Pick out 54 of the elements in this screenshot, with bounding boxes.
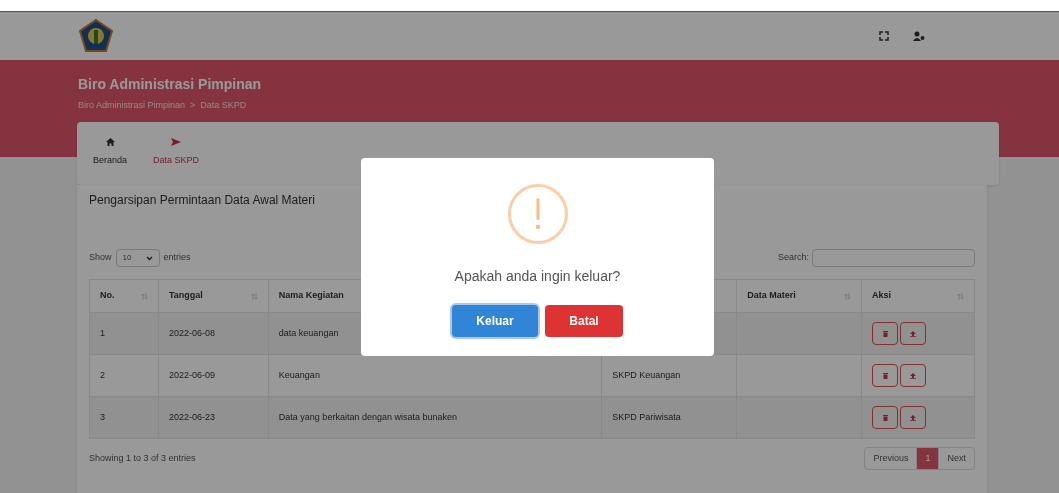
entries-select[interactable]: 10 <box>115 249 160 267</box>
column-header[interactable]: Aksi <box>861 279 975 313</box>
upload-icon <box>910 330 917 337</box>
upload-button[interactable] <box>900 406 927 429</box>
breadcrumb-link[interactable]: Biro Administrasi Pimpinan <box>78 99 186 113</box>
table-cell: 2022-06-23 <box>158 396 269 439</box>
page-button[interactable]: Next <box>938 448 974 469</box>
table-cell: 3 <box>89 396 159 439</box>
entries-label: entries <box>163 251 191 265</box>
sort-icon <box>844 292 852 300</box>
page-button[interactable]: 1 <box>916 448 939 469</box>
nav-tab[interactable]: Beranda <box>89 138 132 185</box>
keluar-button[interactable]: Keluar <box>452 305 538 337</box>
page-title: Biro Administrasi Pimpinan <box>78 75 263 94</box>
table-info: Showing 1 to 3 of 3 entries <box>89 451 196 465</box>
sort-icon <box>250 292 258 300</box>
delete-button[interactable] <box>872 322 899 345</box>
breadcrumb-separator: > <box>190 99 196 112</box>
chevron-icon <box>145 255 153 261</box>
trash-icon <box>882 372 888 379</box>
table-cell: Data yang berkaitan dengan wisata bunaken <box>268 396 602 439</box>
trash-icon <box>882 414 888 421</box>
search-label: Search: <box>777 251 809 265</box>
delete-button[interactable] <box>872 406 899 429</box>
home-icon <box>105 138 115 146</box>
delete-button[interactable] <box>872 364 899 387</box>
dialog-message: Apakah anda ingin keluar? <box>454 267 621 286</box>
warning-icon <box>507 184 568 244</box>
upload-button[interactable] <box>900 364 927 387</box>
sort-icon <box>140 292 148 300</box>
cancel-button[interactable]: Batal <box>545 305 623 337</box>
upload-icon <box>910 414 917 421</box>
send-icon <box>171 138 182 146</box>
column-header[interactable]: Data Materi <box>736 279 862 313</box>
page-button[interactable]: Previous <box>865 448 917 469</box>
emblem-logo <box>78 18 114 54</box>
breadcrumb-current: Data SKPD <box>200 99 247 112</box>
upload-icon <box>910 372 917 379</box>
fullscreen-icon[interactable] <box>879 31 889 41</box>
table-cell: 2022-06-08 <box>158 312 269 355</box>
table-cell: 2022-06-09 <box>158 354 269 397</box>
table-cell: 2 <box>89 354 159 397</box>
upload-button[interactable] <box>900 322 927 345</box>
column-header[interactable]: Tanggal <box>158 279 269 313</box>
trash-icon <box>882 330 888 337</box>
section-title: Pengarsipan Permintaan Data Awal Materi <box>89 192 316 209</box>
search-field[interactable] <box>812 249 975 267</box>
column-header[interactable]: No. <box>89 279 159 313</box>
user-settings-icon[interactable] <box>913 31 925 41</box>
sort-icon <box>957 292 964 300</box>
show-label: Show <box>89 251 112 265</box>
table-cell: 1 <box>89 312 159 355</box>
nav-tab[interactable]: Data SKPD <box>149 138 204 185</box>
table-cell: SKPD Pariwisata <box>601 396 737 439</box>
